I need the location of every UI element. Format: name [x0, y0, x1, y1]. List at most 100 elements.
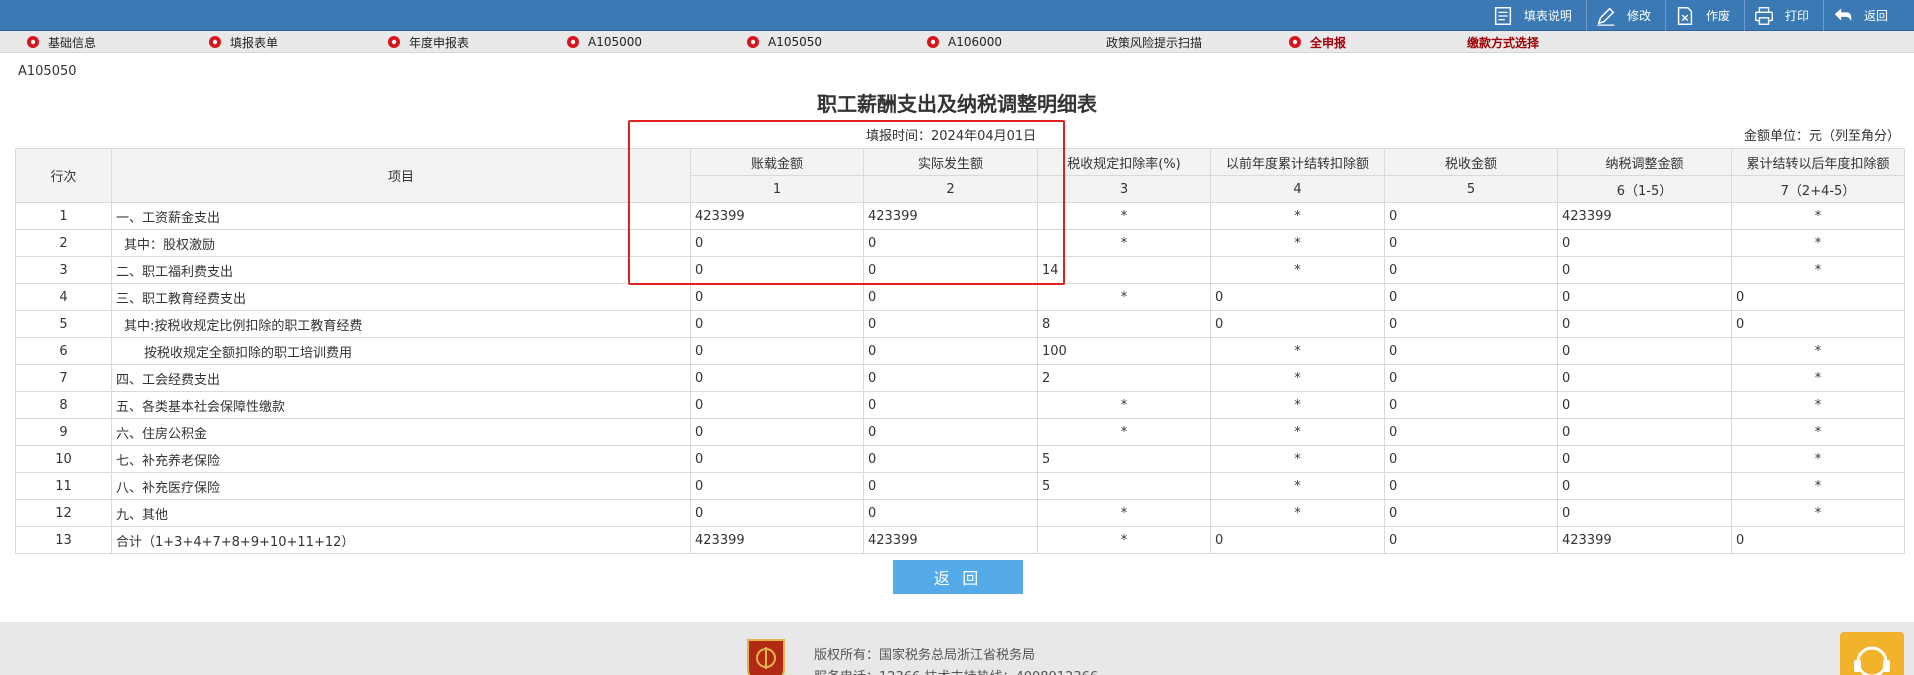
- value-cell[interactable]: 0: [1384, 418, 1558, 446]
- value-cell[interactable]: 0: [1384, 364, 1558, 392]
- value-cell[interactable]: 0: [863, 310, 1038, 338]
- value-cell[interactable]: 0: [690, 283, 864, 311]
- value-cell[interactable]: 0: [690, 229, 864, 257]
- value-cell[interactable]: 0: [1557, 310, 1732, 338]
- value-cell[interactable]: 0: [1557, 364, 1732, 392]
- value-cell[interactable]: 0: [690, 337, 864, 365]
- nav-label: 全申报: [1310, 35, 1347, 50]
- value-cell: *: [1037, 418, 1211, 446]
- value-cell[interactable]: 0: [690, 364, 864, 392]
- nav-label: 年度申报表: [409, 35, 470, 50]
- nav-item-a105050[interactable]: A105050: [746, 31, 822, 53]
- value-cell[interactable]: 423399: [863, 202, 1038, 230]
- value-cell[interactable]: 0: [1384, 256, 1558, 284]
- value-cell[interactable]: 0: [1557, 229, 1732, 257]
- value-cell[interactable]: 0: [1384, 202, 1558, 230]
- nav-item-basic-info[interactable]: 基础信息: [26, 31, 96, 53]
- row-item: 五、各类基本社会保障性缴款: [111, 391, 691, 419]
- value-cell[interactable]: 0: [1557, 256, 1732, 284]
- nav-label: A106000: [948, 35, 1003, 49]
- value-cell[interactable]: 0: [1384, 445, 1558, 473]
- value-cell[interactable]: 0: [1384, 283, 1558, 311]
- pencil-icon: [1597, 7, 1615, 26]
- header-col-num: 4: [1210, 175, 1385, 203]
- value-cell[interactable]: 0: [1384, 472, 1558, 500]
- value-cell[interactable]: 0: [1557, 337, 1732, 365]
- value-cell[interactable]: 0: [863, 256, 1038, 284]
- row-number: 10: [15, 445, 112, 473]
- value-cell[interactable]: 0: [1557, 418, 1732, 446]
- table-row: 1 一、工资薪金支出 423399 423399 * * 0 423399 *: [15, 202, 1905, 230]
- value-cell[interactable]: 0: [1731, 526, 1905, 554]
- print-button[interactable]: 打印: [1743, 0, 1823, 31]
- value-cell: *: [1210, 229, 1385, 257]
- value-cell[interactable]: 5: [1037, 445, 1211, 473]
- value-cell[interactable]: 0: [863, 418, 1038, 446]
- value-cell[interactable]: 0: [863, 229, 1038, 257]
- value-cell: *: [1731, 202, 1905, 230]
- value-cell[interactable]: 100: [1037, 337, 1211, 365]
- nav-item-a106000[interactable]: A106000: [926, 31, 1002, 53]
- value-cell[interactable]: 8: [1037, 310, 1211, 338]
- value-cell[interactable]: 0: [863, 283, 1038, 311]
- value-cell[interactable]: 0: [863, 445, 1038, 473]
- value-cell[interactable]: 0: [1210, 526, 1385, 554]
- value-cell[interactable]: 423399: [1557, 202, 1732, 230]
- value-cell[interactable]: 0: [1210, 283, 1385, 311]
- return-button[interactable]: 返 回: [893, 560, 1023, 594]
- value-cell[interactable]: 423399: [863, 526, 1038, 554]
- value-cell[interactable]: 0: [690, 310, 864, 338]
- nav-item-payment-method[interactable]: 缴款方式选择: [1467, 31, 1539, 53]
- customer-service-icon[interactable]: [1840, 632, 1904, 675]
- value-cell[interactable]: 423399: [1557, 526, 1732, 554]
- value-cell[interactable]: 0: [1384, 229, 1558, 257]
- value-cell[interactable]: 0: [1557, 283, 1732, 311]
- value-cell[interactable]: 14: [1037, 256, 1211, 284]
- top-toolbar: 填表说明 修改 作废 打印 返回: [0, 0, 1914, 31]
- value-cell[interactable]: 2: [1037, 364, 1211, 392]
- value-cell[interactable]: 0: [690, 418, 864, 446]
- value-cell[interactable]: 0: [1384, 337, 1558, 365]
- value-cell[interactable]: 0: [1384, 526, 1558, 554]
- row-number: 11: [15, 472, 112, 500]
- value-cell[interactable]: 423399: [690, 526, 864, 554]
- table-row: 12 九、其他 0 0 * * 0 0 *: [15, 499, 1905, 527]
- value-cell[interactable]: 0: [1557, 391, 1732, 419]
- nav-item-a105000[interactable]: A105000: [566, 31, 642, 53]
- value-cell[interactable]: 0: [1384, 499, 1558, 527]
- value-cell[interactable]: 423399: [690, 202, 864, 230]
- value-cell[interactable]: 0: [863, 472, 1038, 500]
- value-cell[interactable]: 0: [863, 364, 1038, 392]
- nav-item-policy-risk-scan[interactable]: 政策风险提示扫描: [1106, 31, 1202, 53]
- table-row: 8 五、各类基本社会保障性缴款 0 0 * * 0 0 *: [15, 391, 1905, 419]
- value-cell[interactable]: 0: [863, 391, 1038, 419]
- modify-button[interactable]: 修改: [1585, 0, 1665, 31]
- nav-item-fill-forms[interactable]: 填报表单: [208, 31, 278, 53]
- fill-time: 填报时间：2024年04月01日: [866, 129, 1037, 144]
- value-cell[interactable]: 0: [690, 472, 864, 500]
- value-cell[interactable]: 0: [1210, 310, 1385, 338]
- value-cell[interactable]: 0: [1384, 391, 1558, 419]
- value-cell[interactable]: 0: [1731, 310, 1905, 338]
- value-cell[interactable]: 0: [1557, 472, 1732, 500]
- row-item: 八、补充医疗保险: [111, 472, 691, 500]
- value-cell[interactable]: 5: [1037, 472, 1211, 500]
- value-cell[interactable]: 0: [1557, 499, 1732, 527]
- value-cell[interactable]: 0: [690, 445, 864, 473]
- value-cell[interactable]: 0: [1731, 283, 1905, 311]
- value-cell[interactable]: 0: [1384, 310, 1558, 338]
- void-button[interactable]: 作废: [1664, 0, 1744, 31]
- value-cell[interactable]: 0: [690, 256, 864, 284]
- value-cell[interactable]: 0: [690, 391, 864, 419]
- value-cell: *: [1037, 229, 1211, 257]
- row-number: 5: [15, 310, 112, 338]
- value-cell[interactable]: 0: [1557, 445, 1732, 473]
- back-button[interactable]: 返回: [1822, 0, 1902, 31]
- nav-item-annual-return[interactable]: 年度申报表: [387, 31, 469, 53]
- value-cell[interactable]: 0: [863, 337, 1038, 365]
- fill-instructions-button[interactable]: 填表说明: [1484, 0, 1586, 31]
- value-cell[interactable]: 0: [690, 499, 864, 527]
- value-cell[interactable]: 0: [863, 499, 1038, 527]
- header-col-num: 1: [690, 175, 864, 203]
- nav-item-full-declare[interactable]: 全申报: [1288, 31, 1346, 53]
